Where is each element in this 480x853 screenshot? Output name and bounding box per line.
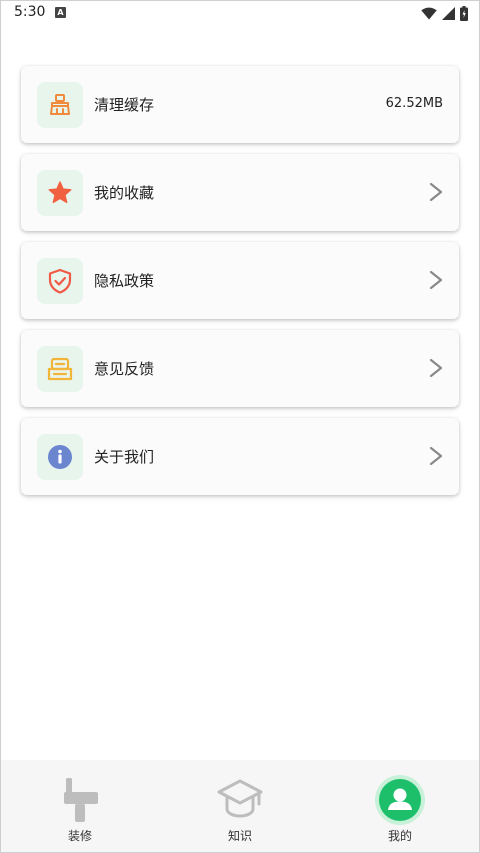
notification-a-icon: A — [55, 7, 66, 18]
user-icon — [375, 775, 425, 825]
feedback-label: 意见反馈 — [94, 360, 155, 378]
nav-tab-decoration-label: 装修 — [67, 829, 92, 843]
my-favorites-item[interactable]: 我的收藏 — [21, 154, 459, 231]
info-icon — [37, 434, 83, 480]
nav-tab-knowledge-label: 知识 — [227, 829, 252, 843]
feedback-item[interactable]: 意见反馈 — [21, 330, 459, 407]
privacy-policy-label: 隐私政策 — [94, 272, 155, 290]
bottom-nav: 装修 知识 我的 — [1, 760, 479, 852]
chevron-right-icon — [429, 270, 443, 290]
my-favorites-label: 我的收藏 — [94, 184, 155, 202]
chevron-right-icon — [429, 182, 443, 202]
settings-menu: 清理缓存 62.52MB 我的收藏 隐私政策 意见反馈 关于我们 — [21, 66, 459, 506]
status-time: 5:30 — [14, 4, 46, 20]
feedback-icon — [37, 346, 83, 392]
star-icon — [37, 170, 83, 216]
clear-cache-item[interactable]: 清理缓存 62.52MB — [21, 66, 459, 143]
status-indicators — [421, 5, 468, 21]
chevron-right-icon — [429, 358, 443, 378]
wifi-icon — [421, 7, 437, 19]
cache-size-value: 62.52MB — [385, 96, 443, 111]
status-bar: 5:30 A — [0, 0, 480, 26]
nav-tab-mine-label: 我的 — [387, 829, 412, 843]
privacy-policy-item[interactable]: 隐私政策 — [21, 242, 459, 319]
paint-roller-icon — [64, 778, 98, 822]
chevron-right-icon — [429, 446, 443, 466]
broom-icon — [37, 82, 83, 128]
battery-icon — [460, 5, 468, 21]
clear-cache-label: 清理缓存 — [94, 96, 155, 114]
nav-tab-knowledge[interactable]: 知识 — [180, 760, 300, 852]
nav-tab-decoration[interactable]: 装修 — [20, 760, 140, 852]
nav-tab-mine[interactable]: 我的 — [340, 760, 460, 852]
graduation-cap-icon — [217, 779, 263, 818]
shield-check-icon — [37, 258, 83, 304]
about-us-item[interactable]: 关于我们 — [21, 418, 459, 495]
cell-signal-icon — [442, 6, 455, 20]
about-us-label: 关于我们 — [94, 448, 155, 466]
